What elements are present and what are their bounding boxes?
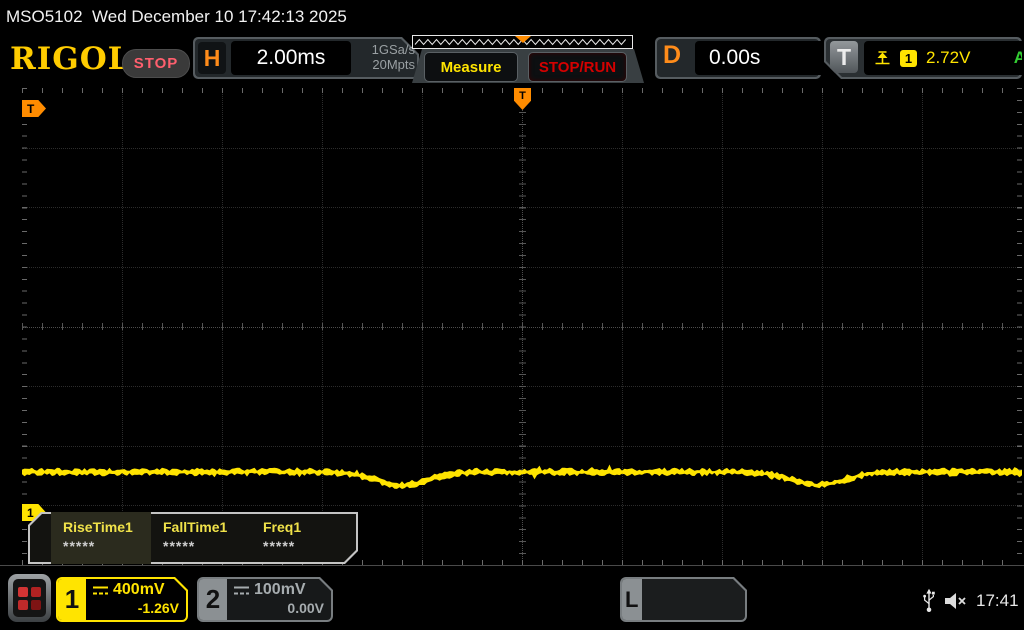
trigger-level-marker[interactable]: T bbox=[22, 100, 46, 117]
channel1-scale: 400mV bbox=[113, 581, 165, 599]
measurement-item-risetime[interactable]: RiseTime1 ***** bbox=[51, 512, 151, 564]
trigger-source-badge: 1 bbox=[900, 50, 917, 67]
sample-rate: 1GSa/s bbox=[355, 42, 415, 57]
channel2-scale: 100mV bbox=[254, 581, 306, 599]
measurement-label: RiseTime1 bbox=[63, 519, 151, 535]
stop-run-button[interactable]: STOP/RUN bbox=[528, 52, 627, 82]
measurement-label: FallTime1 bbox=[163, 519, 251, 535]
menu-grid-icon bbox=[13, 579, 46, 617]
measurement-label: Freq1 bbox=[263, 519, 351, 535]
waveform-display-area: T 1 T bbox=[22, 88, 1022, 565]
measure-button[interactable]: Measure bbox=[424, 52, 518, 82]
measurement-value: ***** bbox=[63, 538, 151, 554]
logic-analyzer-label: L bbox=[622, 579, 642, 620]
trigger-level-value: 2.72V bbox=[926, 48, 970, 68]
grid-line-vertical bbox=[222, 88, 223, 565]
grid-line-vertical bbox=[122, 88, 123, 565]
logic-analyzer-block[interactable]: L 0 1 2 3 4 5 6 7 8 9 10 11 12 13 14 15 bbox=[620, 577, 747, 622]
trigger-info-box: 1 2.72V A bbox=[864, 41, 1024, 75]
grid-line-vertical bbox=[822, 88, 823, 565]
measurement-value: ***** bbox=[263, 538, 351, 554]
speaker-muted-icon[interactable] bbox=[944, 592, 968, 610]
channel2-block[interactable]: 2 100mV 0.00V bbox=[197, 577, 333, 622]
trigger-settings-panel[interactable]: T 1 2.72V A bbox=[824, 37, 1022, 79]
datetime-text: Wed December 10 17:42:13 2025 bbox=[92, 7, 347, 26]
channel1-offset: -1.26V bbox=[92, 600, 179, 616]
memory-depth: 20Mpts bbox=[355, 57, 415, 72]
grid-line-vertical bbox=[522, 88, 523, 565]
status-clock: 17:41 bbox=[976, 591, 1019, 611]
menu-button[interactable] bbox=[8, 574, 51, 622]
channel1-number: 1 bbox=[58, 579, 86, 620]
graticule-separator-line bbox=[0, 565, 1024, 566]
measurement-item-falltime[interactable]: FallTime1 ***** bbox=[151, 512, 251, 564]
trigger-label: T bbox=[830, 41, 858, 73]
grid-line-vertical bbox=[422, 88, 423, 565]
trigger-position-marker[interactable]: T bbox=[514, 88, 531, 110]
dc-coupling-icon bbox=[92, 585, 109, 596]
grid-line-vertical bbox=[722, 88, 723, 565]
grid-line-vertical bbox=[322, 88, 323, 565]
grid-line-vertical bbox=[922, 88, 923, 565]
logic-channels-row1: 0 1 2 3 4 5 6 7 bbox=[642, 617, 745, 620]
logic-channel-list: 0 1 2 3 4 5 6 7 8 9 10 11 12 13 14 15 bbox=[642, 579, 745, 620]
oscilloscope-screen: MSO5102 Wed December 10 17:42:13 2025 RI… bbox=[0, 0, 1024, 630]
edge-trigger-icon bbox=[874, 50, 891, 66]
delay-settings-panel[interactable]: D 0.00s bbox=[655, 37, 821, 79]
record-position-indicator[interactable] bbox=[412, 35, 633, 49]
rigol-logo: RIGOL bbox=[10, 41, 131, 77]
channel2-values: 100mV 0.00V bbox=[227, 579, 331, 620]
model-name: MSO5102 bbox=[6, 7, 83, 26]
trigger-mode: A bbox=[1014, 48, 1024, 68]
timebase-value: 2.00ms bbox=[231, 41, 351, 75]
delay-value: 0.00s bbox=[695, 41, 827, 75]
measurement-item-freq[interactable]: Freq1 ***** bbox=[251, 512, 351, 564]
channel1-block[interactable]: 1 400mV -1.26V bbox=[56, 577, 188, 622]
status-tray: 17:41 bbox=[922, 584, 1022, 618]
measurement-overlay: RiseTime1 ***** FallTime1 ***** Freq1 **… bbox=[28, 512, 358, 564]
channel2-offset: 0.00V bbox=[233, 600, 324, 616]
dc-coupling-icon bbox=[233, 585, 250, 596]
channel1-values: 400mV -1.26V bbox=[86, 579, 186, 620]
top-info-bar: MSO5102 Wed December 10 17:42:13 2025 bbox=[0, 0, 1024, 32]
run-state-badge: STOP bbox=[122, 49, 190, 78]
horizontal-label: H bbox=[198, 42, 226, 74]
usb-icon[interactable] bbox=[922, 588, 936, 614]
delay-label: D bbox=[663, 41, 681, 70]
horizontal-settings-panel[interactable]: H 2.00ms 1GSa/s 20Mpts bbox=[193, 37, 419, 79]
grid-line-vertical bbox=[622, 88, 623, 565]
channel2-number: 2 bbox=[199, 579, 227, 620]
measurement-value: ***** bbox=[163, 538, 251, 554]
model-and-datetime: MSO5102 Wed December 10 17:42:13 2025 bbox=[6, 7, 347, 27]
acquisition-info: 1GSa/s 20Mpts bbox=[355, 42, 415, 72]
